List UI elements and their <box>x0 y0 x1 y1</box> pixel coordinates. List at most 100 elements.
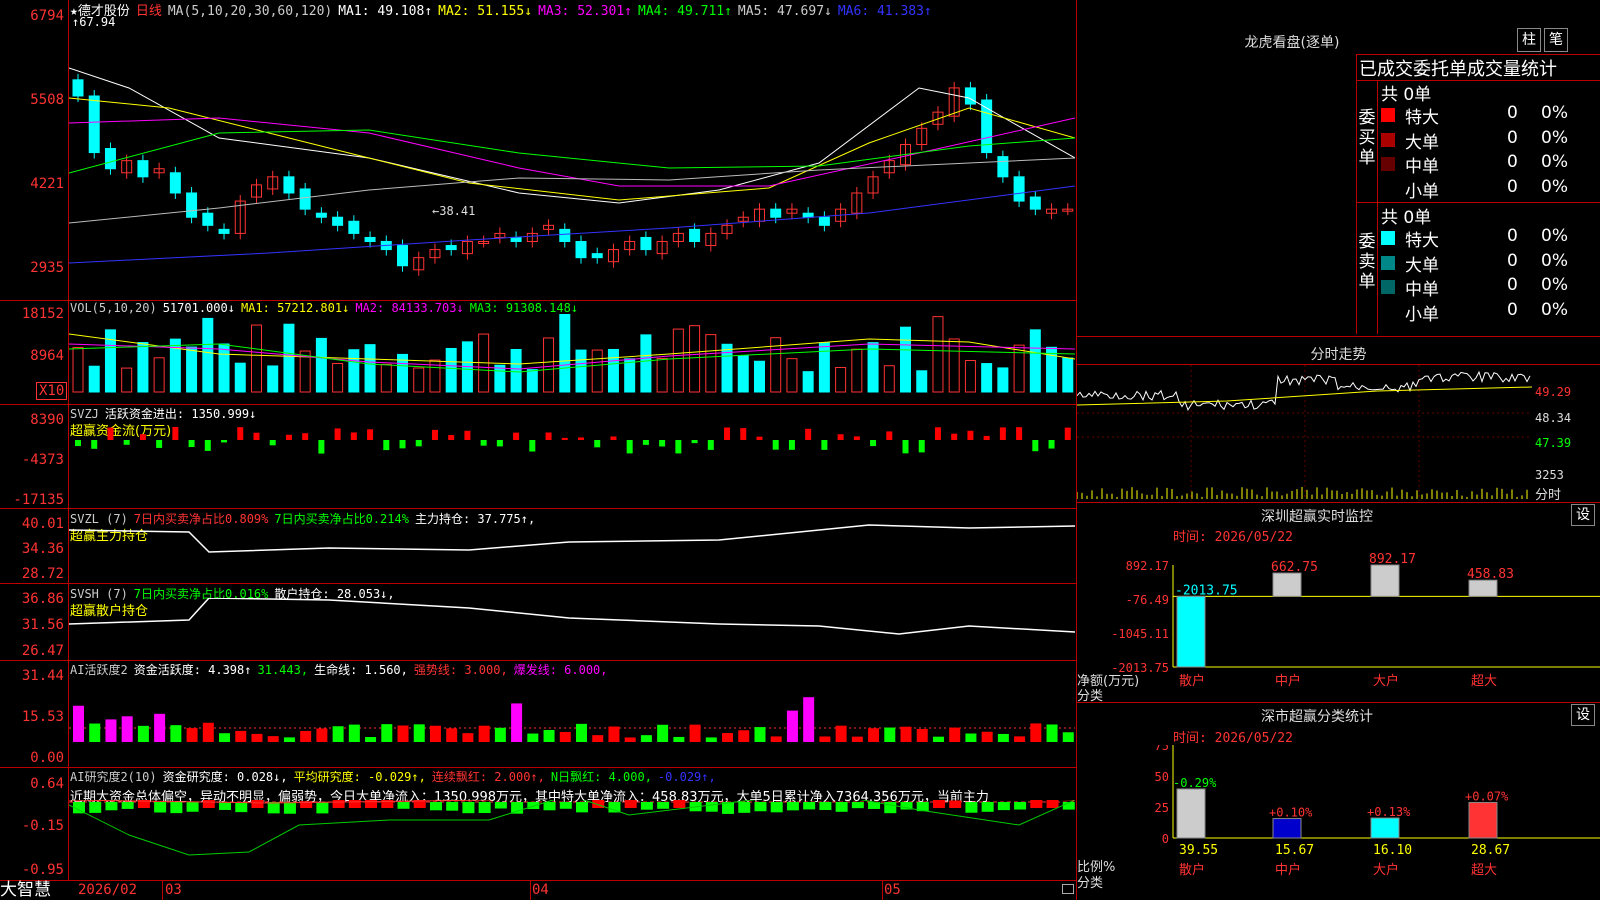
volume-bar <box>997 367 1009 393</box>
order-type: 特大 <box>1405 231 1439 251</box>
research-bar <box>105 802 118 811</box>
active-bar <box>267 736 279 742</box>
bar-mode-button[interactable]: 柱 <box>1517 28 1541 52</box>
order-row: 大单 0 0% <box>1381 250 1600 276</box>
retail-chart[interactable] <box>69 598 1075 660</box>
order-count: 0 <box>1507 226 1518 246</box>
flow-bar <box>513 432 520 440</box>
date-tick: 03 <box>165 882 182 898</box>
research-bar <box>1014 802 1027 810</box>
volume-bar <box>835 367 847 393</box>
sz-monitor-settings-button[interactable]: 设 <box>1571 504 1595 526</box>
intraday-chart[interactable] <box>1077 365 1532 501</box>
divider <box>1077 336 1600 337</box>
flow-bar <box>285 434 292 440</box>
active-bar <box>251 733 263 742</box>
kline-chart-area[interactable]: ★德才股份 日线 MA(5,10,20,30,60,120) MA1: 49.108↑… <box>0 0 1076 900</box>
sz-monitor-chart[interactable]: 892.17-76.49-1045.11-2013.75-2013.75散户66… <box>1077 545 1600 690</box>
flow-bar <box>480 440 487 446</box>
flow-bar <box>383 440 390 451</box>
volume-bar <box>981 363 993 393</box>
active-bar <box>1062 732 1074 742</box>
order-type: 大单 <box>1405 255 1439 276</box>
value-label: 15.67 <box>1275 843 1314 858</box>
candlestick-chart[interactable] <box>69 18 1075 300</box>
avg-price-line <box>1077 386 1532 406</box>
volume-bar <box>153 357 165 393</box>
research-bar <box>494 802 507 809</box>
active-bar <box>73 705 84 742</box>
divider <box>1356 54 1357 334</box>
volume-bar <box>364 344 376 393</box>
active-bar <box>997 733 1009 742</box>
sz-class-settings-button[interactable]: 设 <box>1571 704 1595 726</box>
flow-bar <box>918 440 925 453</box>
class-bar <box>1272 818 1302 839</box>
volume-chart[interactable] <box>69 314 1075 404</box>
monitor-bar <box>1176 595 1206 668</box>
ma-line <box>69 97 1075 201</box>
research-bar <box>624 800 637 808</box>
research-bar <box>835 802 848 812</box>
candle <box>575 240 587 259</box>
volume-bar <box>267 365 279 393</box>
intraday-title: 分时走势 <box>1310 347 1367 363</box>
research-bar <box>640 802 653 810</box>
research-bar <box>154 802 167 813</box>
flow-bar <box>496 440 503 447</box>
date-tick: 05 <box>884 882 901 898</box>
candle <box>997 156 1009 178</box>
active-bar <box>640 735 652 742</box>
flow-bar <box>675 440 682 454</box>
active-bar <box>916 729 928 742</box>
active-bar <box>1014 736 1026 742</box>
color-swatch-icon <box>1381 255 1395 270</box>
change-label: -0.29% <box>1173 776 1217 790</box>
bar-label: -2013.75 <box>1175 583 1238 598</box>
svzj-title: SVZJ <box>70 407 99 421</box>
flow-bar <box>464 430 471 440</box>
intraday-tick: 48.34 <box>1535 411 1572 425</box>
volume-bar <box>607 348 619 393</box>
research-bar <box>705 802 718 812</box>
main-force-chart[interactable] <box>69 520 1075 582</box>
order-type: 中单 <box>1405 157 1439 177</box>
indicator-value: -0.029↑, <box>657 770 716 784</box>
y-tick: 50 <box>1155 770 1169 784</box>
research-bar <box>251 800 264 808</box>
ma-title: MA(5,10,20,30,60,120) <box>167 4 333 19</box>
active-bar <box>154 713 166 742</box>
monitor-bar <box>1272 572 1302 597</box>
flow-bar <box>610 436 617 440</box>
lock-icon[interactable] <box>1062 884 1074 894</box>
order-type: 大单 <box>1405 132 1439 153</box>
research-bar <box>283 802 296 814</box>
sz-class-chart[interactable]: 75 50 25 0 -0.29% 39.55 散户 +0.10% 15.67 中户 +0.13% 1… <box>1077 745 1600 900</box>
active-bar <box>348 724 360 742</box>
flow-bar <box>707 440 714 450</box>
flow-bar <box>188 440 195 448</box>
active-bar <box>121 716 133 742</box>
order-stats-tab[interactable]: 已成交委托单成交量统计 <box>1359 55 1557 81</box>
volume-bar <box>121 367 133 393</box>
flow-bar <box>837 434 844 440</box>
order-pct: 0% <box>1541 250 1568 271</box>
period-label[interactable]: 日线 <box>136 4 162 19</box>
flow-bar <box>1032 440 1039 452</box>
brand-label[interactable]: 大智慧 <box>0 880 66 900</box>
indicator-value: 活跃资金进出: 1350.999↓ <box>104 407 257 421</box>
fund-flow-chart[interactable] <box>69 420 1075 508</box>
flow-bar <box>561 437 568 440</box>
y-tick: 36.86 <box>21 591 64 607</box>
tick-mode-button[interactable]: 笔 <box>1544 28 1568 52</box>
bar-label: 662.75 <box>1271 560 1318 575</box>
date-tick: 04 <box>532 882 549 898</box>
y-tick: -0.15 <box>21 818 64 834</box>
ai-research-chart[interactable] <box>69 800 1075 880</box>
active-bar <box>965 733 977 742</box>
ai-active-chart[interactable] <box>69 672 1075 767</box>
research-bar <box>267 802 280 814</box>
research-bar <box>316 802 329 814</box>
y-tick: 8964 <box>30 348 64 364</box>
volume-bar <box>916 370 928 393</box>
